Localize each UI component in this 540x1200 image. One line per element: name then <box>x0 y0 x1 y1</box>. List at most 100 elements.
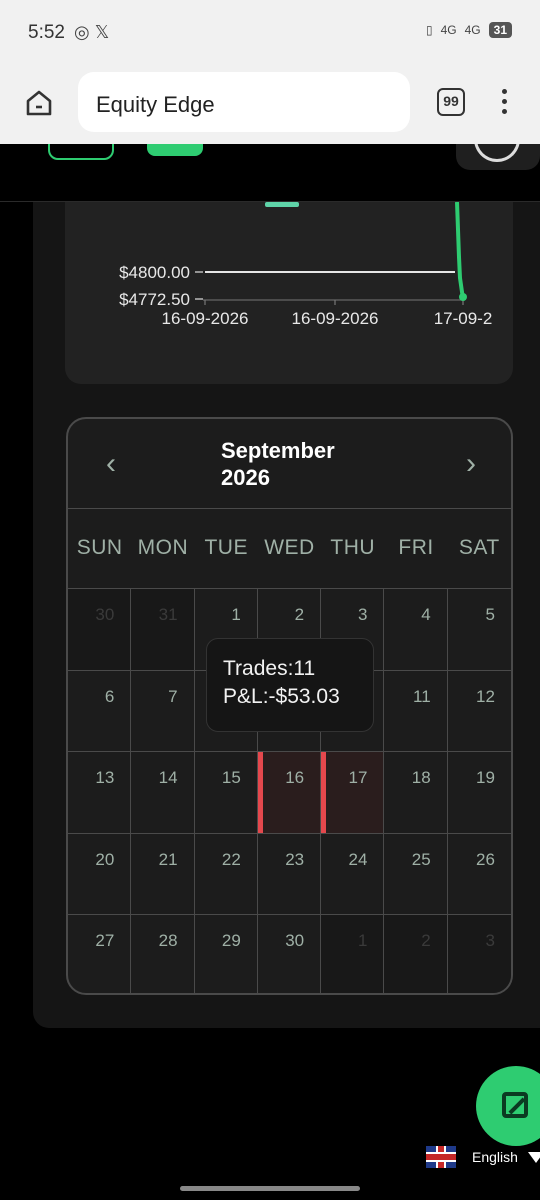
y-tick-label: $4772.50 <box>119 290 190 309</box>
day-number: 5 <box>485 605 495 624</box>
calendar-day-cell[interactable]: 18 <box>384 752 448 834</box>
weekday-wed: WED <box>264 536 315 559</box>
calendar-day-cell[interactable]: 19 <box>447 752 511 834</box>
calendar-day-cell[interactable]: 7 <box>131 670 195 753</box>
day-number: 15 <box>221 768 241 788</box>
calendar-day-cell[interactable]: 28 <box>131 915 195 993</box>
day-number: 4 <box>421 605 431 624</box>
toolbar-action-button[interactable] <box>456 144 540 170</box>
day-number: 13 <box>95 768 115 788</box>
battery-icon: 31 <box>488 22 512 38</box>
calendar-day-cell[interactable]: 27 <box>68 915 132 993</box>
top-toolbar-strip <box>0 144 540 202</box>
calendar-day-cell[interactable]: 1 <box>321 915 385 993</box>
calendar-day-cell[interactable]: 2 <box>384 915 448 993</box>
floating-action-button[interactable] <box>476 1066 540 1146</box>
home-indicator[interactable] <box>180 1186 360 1191</box>
toolbar-outline-button[interactable] <box>48 144 114 160</box>
calendar-day-cell[interactable]: 17 <box>321 752 385 834</box>
calendar-day-cell[interactable]: 4 <box>384 589 448 671</box>
calendar-day-cell[interactable]: 13 <box>68 752 132 834</box>
day-number: 16 <box>285 768 305 788</box>
y-tick-label: $4800.00 <box>119 263 190 282</box>
refresh-icon <box>474 144 520 162</box>
page-content: $4800.00 $4772.50 16-09-2026 16-09-2026 17-0… <box>0 144 540 1200</box>
day-number: 26 <box>476 849 495 869</box>
day-number: 31 <box>158 605 178 624</box>
day-number: 3 <box>485 931 495 951</box>
weekday-fri: FRI <box>398 536 434 559</box>
day-number: 23 <box>285 849 305 869</box>
x-tick-label: 16-09-2026 <box>292 309 379 328</box>
calendar-day-cell[interactable]: 31 <box>131 589 195 671</box>
toolbar-green-button[interactable] <box>147 144 203 156</box>
calendar-day-cell[interactable]: 24 <box>321 833 385 916</box>
caret-down-icon <box>527 1151 540 1163</box>
browser-toolbar: Equity Edge 99 <box>0 66 540 144</box>
series-end-point <box>459 293 467 301</box>
language-label: English <box>472 1149 518 1165</box>
prev-month-button[interactable]: ‹ <box>96 447 126 481</box>
calendar-day-cell[interactable]: 30 <box>68 589 132 671</box>
day-number: 22 <box>221 849 241 869</box>
day-number: 2 <box>421 931 431 951</box>
tooltip-pnl: P&L:-$53.03 <box>223 685 340 708</box>
home-icon[interactable] <box>24 88 54 118</box>
day-number: 1 <box>357 931 368 951</box>
calendar-day-cell[interactable]: 11 <box>384 670 448 753</box>
x-tick-label: 17-09-2 <box>434 309 493 328</box>
legend-marker <box>265 202 299 207</box>
calendar-day-cell[interactable]: 25 <box>384 833 448 916</box>
day-number: 2 <box>294 605 305 624</box>
calendar-day-cell[interactable]: 5 <box>447 589 511 671</box>
day-number: 30 <box>285 931 305 951</box>
more-options-icon[interactable] <box>496 86 512 118</box>
vibrate-icon: ▯ <box>426 23 433 37</box>
day-number: 18 <box>411 768 431 788</box>
weekday-thu: THU <box>330 536 376 559</box>
equity-chart: $4800.00$4772.5016-09-2026 16-09-2026 17-0… <box>119 202 493 328</box>
day-number: 11 <box>413 686 431 706</box>
next-month-button[interactable]: › <box>456 447 486 481</box>
calendar-day-cell[interactable]: 23 <box>257 833 322 916</box>
day-number: 24 <box>348 849 368 869</box>
language-selector[interactable]: English <box>426 1146 540 1168</box>
weekday-sat: SAT <box>458 536 500 559</box>
calendar-day-cell[interactable]: 16 <box>257 752 322 834</box>
tooltip-trades: Trades:11 <box>223 657 316 680</box>
signal-icon-b: 4G <box>464 23 481 37</box>
calendar-day-cell[interactable]: 6 <box>68 670 132 753</box>
status-bar: 5:52 ◎ 𝕏 ▯ 4G 4G 31 <box>0 0 540 66</box>
external-link-icon <box>502 1092 528 1118</box>
calendar-day-cell[interactable]: 20 <box>68 833 132 916</box>
calendar-day-cell[interactable]: 12 <box>447 671 511 753</box>
calendar-week-row: 13 14 15 16 17 18 19 <box>68 752 511 834</box>
calendar-day-cell[interactable]: 30 <box>258 915 322 993</box>
calendar-day-cell[interactable]: 15 <box>194 752 258 834</box>
calendar-day-cell[interactable]: 3 <box>447 915 511 993</box>
calendar-header: ‹ September 2026 › <box>68 419 511 509</box>
calendar-day-cell[interactable]: 22 <box>194 833 258 916</box>
day-number: 1 <box>231 605 241 624</box>
weekday-header: SUN MON TUE WED THU FRI SAT <box>68 509 511 589</box>
x-tick-label: 16-09-2026 <box>162 309 249 328</box>
weekday-mon: MON <box>137 536 189 559</box>
day-number: 29 <box>221 931 241 951</box>
day-number: 25 <box>411 849 431 869</box>
day-number: 20 <box>95 849 115 869</box>
day-number: 17 <box>348 768 368 788</box>
calendar-day-cell[interactable]: 14 <box>131 752 195 834</box>
equity-chart-card: $4800.00 $4772.50 16-09-2026 16-09-2026 17-0… <box>65 202 513 384</box>
calendar-day-cell[interactable]: 21 <box>131 833 195 916</box>
day-number: 30 <box>95 605 115 624</box>
calendar-day-cell[interactable]: 26 <box>447 834 511 916</box>
calendar-month-title: September 2026 <box>221 438 335 490</box>
address-bar[interactable]: Equity Edge <box>78 72 410 132</box>
weekday-tue: TUE <box>204 536 248 559</box>
tab-switcher-button[interactable]: 99 <box>437 88 465 116</box>
day-number: 12 <box>476 686 495 706</box>
calendar-day-cell[interactable]: 29 <box>195 915 258 993</box>
day-tooltip: Trades:11 P&L:-$53.03 <box>206 638 374 732</box>
calendar-week-row: 27 28 29 30 1 2 3 <box>68 915 511 993</box>
day-number: 27 <box>95 931 115 951</box>
